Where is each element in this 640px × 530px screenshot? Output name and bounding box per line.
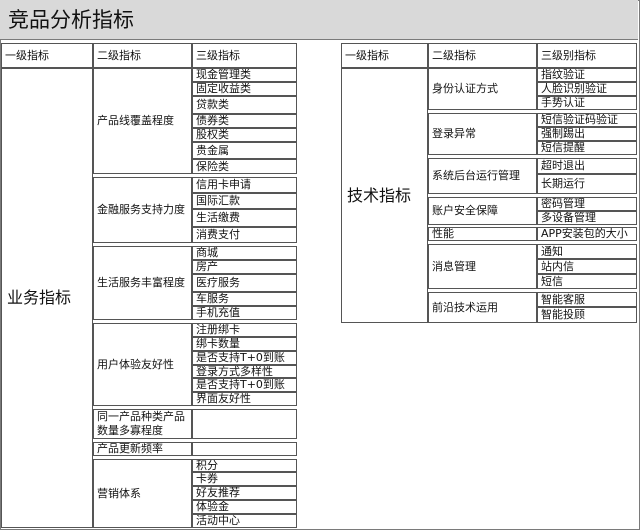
tech-level3-cell: 短信提醒 <box>537 141 637 155</box>
business-level3-cell: 贷款类 <box>192 96 297 114</box>
tech-level3-cell: 智能客服 <box>537 292 637 307</box>
business-level3-cell: 房产 <box>192 260 297 274</box>
business-level2-cell: 金融服务支持力度 <box>93 177 192 243</box>
business-level3-cell: 国际汇款 <box>192 193 297 209</box>
business-level3-cell: 现金管理类 <box>192 68 297 82</box>
business-level3-cell: 界面友好性 <box>192 392 297 406</box>
tech-level3-cell: 长期运行 <box>537 174 637 194</box>
tech-level3-cell: 手势认证 <box>537 96 637 110</box>
business-level3-cell: 医疗服务 <box>192 274 297 292</box>
business-level3-cell: 积分 <box>192 459 297 472</box>
business-level3-cell: 商城 <box>192 246 297 260</box>
business-level2-cell: 同一产品种类产品数量多寡程度 <box>93 409 192 439</box>
tech-level2-cell: 消息管理 <box>428 244 537 289</box>
tech-level2-cell: 账户安全保障 <box>428 197 537 225</box>
header-level2: 二级指标 <box>93 43 192 68</box>
header-level1: 一级指标 <box>1 43 93 68</box>
tech-level3-cell: 超时退出 <box>537 158 637 174</box>
tech-level2-cell: 前沿技术运用 <box>428 292 537 323</box>
business-level2-cell: 用户体验友好性 <box>93 323 192 406</box>
tech-level3-cell: APP安装包的大小 <box>537 227 637 241</box>
header-level3: 三级别指标 <box>537 43 637 68</box>
business-level3-cell: 股权类 <box>192 128 297 142</box>
business-indicator-label: 业务指标 <box>1 68 93 528</box>
business-level3-cell: 登录方式多样性 <box>192 365 297 378</box>
business-level2-cell: 产品线覆盖程度 <box>93 68 192 174</box>
business-level2-cell: 营销体系 <box>93 459 192 528</box>
tech-level2-cell: 系统后台运行管理 <box>428 158 537 194</box>
business-level3-cell: 消费支付 <box>192 227 297 243</box>
business-level3-cell: 债券类 <box>192 114 297 128</box>
tech-indicator-label: 技术指标 <box>341 68 428 323</box>
tech-level3-cell: 短信验证码验证 <box>537 113 637 127</box>
business-level3-cell: 手机充值 <box>192 306 297 320</box>
business-level3-cell: 信用卡申请 <box>192 177 297 193</box>
business-level3-cell: 生活缴费 <box>192 209 297 227</box>
tech-level3-cell: 人脸识别验证 <box>537 82 637 96</box>
business-level3-cell: 卡券 <box>192 472 297 486</box>
tech-level3-cell: 多设备管理 <box>537 211 637 225</box>
business-level2-cell: 产品更新频率 <box>93 442 192 456</box>
business-level2-cell: 生活服务丰富程度 <box>93 246 192 320</box>
header-level1: 一级指标 <box>341 43 428 68</box>
tech-level2-cell: 登录异常 <box>428 113 537 155</box>
business-level3-cell: 活动中心 <box>192 514 297 528</box>
tech-level3-cell: 短信 <box>537 274 637 289</box>
business-level3-empty <box>192 442 297 456</box>
business-level3-cell: 是否支持T+0到账 <box>192 378 297 392</box>
business-level3-empty <box>192 409 297 439</box>
tech-level2-cell: 性能 <box>428 227 537 241</box>
header-level2: 二级指标 <box>428 43 537 68</box>
business-level3-cell: 是否支持T+0到账 <box>192 351 297 365</box>
business-level3-cell: 体验金 <box>192 500 297 514</box>
business-level3-cell: 贵金属 <box>192 142 297 159</box>
business-level3-cell: 固定收益类 <box>192 82 297 96</box>
tech-level3-cell: 站内信 <box>537 259 637 274</box>
tech-level3-cell: 智能投顾 <box>537 307 637 323</box>
business-level3-cell: 绑卡数量 <box>192 337 297 351</box>
tech-level3-cell: 指纹验证 <box>537 68 637 82</box>
business-level3-cell: 注册绑卡 <box>192 323 297 337</box>
tech-level3-cell: 密码管理 <box>537 197 637 211</box>
tech-level3-cell: 强制踢出 <box>537 127 637 141</box>
business-level3-cell: 保险类 <box>192 159 297 174</box>
business-level3-cell: 车服务 <box>192 292 297 306</box>
tech-level2-cell: 身份认证方式 <box>428 68 537 110</box>
header-level3: 三级指标 <box>192 43 297 68</box>
tech-level3-cell: 通知 <box>537 244 637 259</box>
page-title: 竞品分析指标 <box>0 0 638 40</box>
business-level3-cell: 好友推荐 <box>192 486 297 500</box>
